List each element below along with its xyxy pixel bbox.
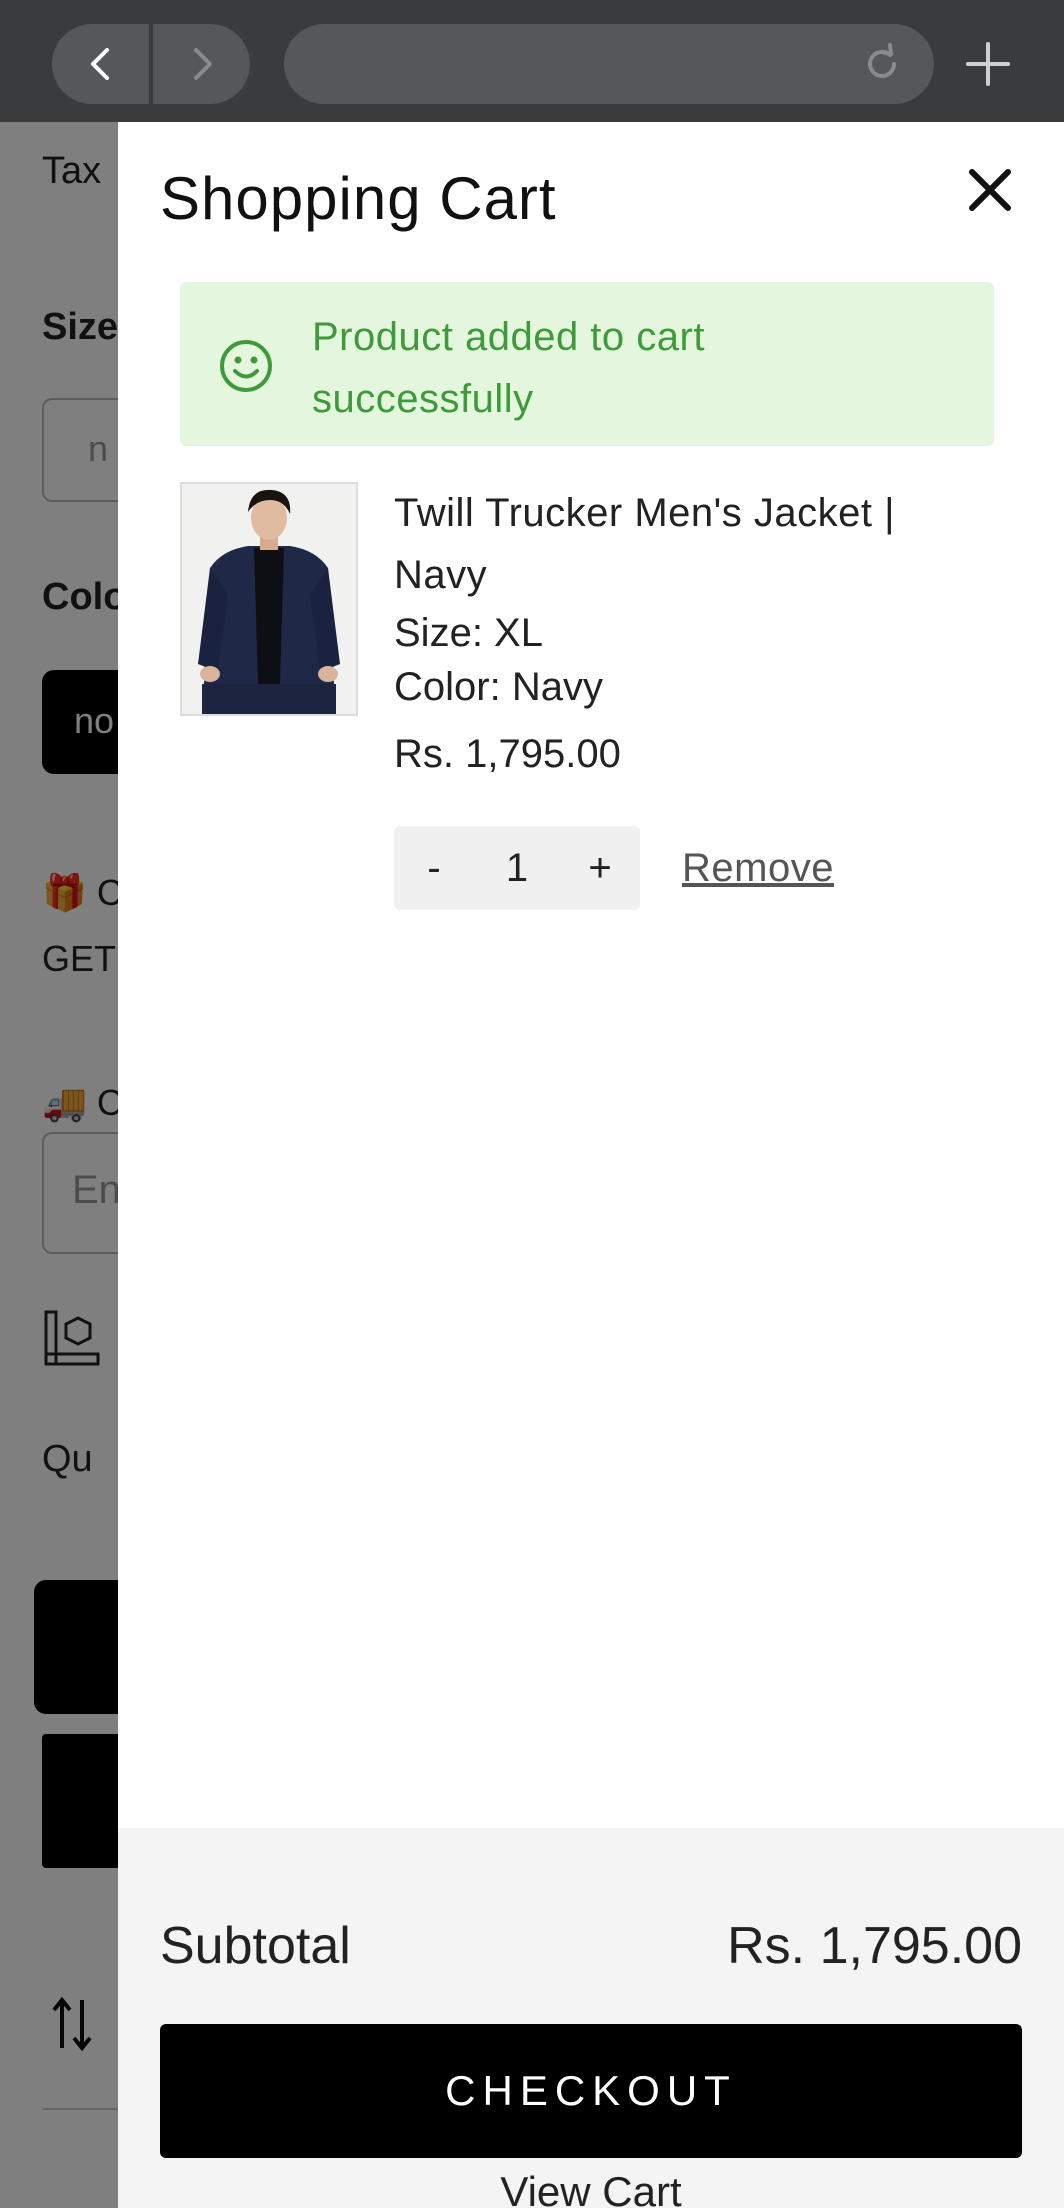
cart-footer: Subtotal Rs. 1,795.00 CHECKOUT View Cart	[118, 1828, 1064, 2208]
product-image[interactable]	[180, 482, 358, 716]
subtotal-value: Rs. 1,795.00	[727, 1917, 1022, 1975]
smiley-icon	[220, 340, 272, 392]
decrement-button[interactable]: -	[394, 846, 474, 891]
chevron-left-icon	[90, 48, 109, 80]
product-price: Rs. 1,795.00	[394, 732, 621, 776]
alert-message: Product added to cart successfully	[312, 315, 705, 421]
subtotal-label: Subtotal	[160, 1917, 351, 1975]
view-cart-link[interactable]: View Cart	[118, 2168, 1064, 2208]
product-color: Color: Navy	[394, 665, 603, 709]
product-title[interactable]: Twill Trucker Men's Jacket | Navy	[394, 482, 994, 606]
product-photo	[182, 484, 356, 714]
cart-item: Twill Trucker Men's Jacket | Navy Size: …	[180, 482, 1020, 942]
close-button[interactable]	[958, 158, 1022, 222]
plus-icon[interactable]	[960, 36, 1016, 92]
product-size: Size: XL	[394, 611, 543, 655]
item-details: Twill Trucker Men's Jacket | Navy Size: …	[394, 482, 994, 780]
browser-toolbar	[0, 0, 1064, 122]
increment-button[interactable]: +	[560, 846, 640, 891]
quantity-stepper: - 1 +	[394, 826, 640, 910]
quantity-value[interactable]: 1	[474, 846, 560, 891]
remove-link[interactable]: Remove	[682, 846, 834, 891]
close-icon	[969, 169, 1011, 211]
chevron-right-icon	[193, 48, 212, 80]
cart-drawer: Shopping Cart Product added to cart succ…	[118, 122, 1064, 2208]
back-button[interactable]	[52, 24, 149, 104]
forward-button[interactable]	[153, 24, 250, 104]
success-alert: Product added to cart successfully	[180, 282, 994, 446]
reload-icon[interactable]	[860, 42, 904, 86]
cart-title: Shopping Cart	[160, 165, 557, 232]
navigation-buttons	[52, 24, 250, 104]
address-bar[interactable]	[284, 24, 934, 104]
checkout-button[interactable]: CHECKOUT	[160, 2024, 1022, 2158]
